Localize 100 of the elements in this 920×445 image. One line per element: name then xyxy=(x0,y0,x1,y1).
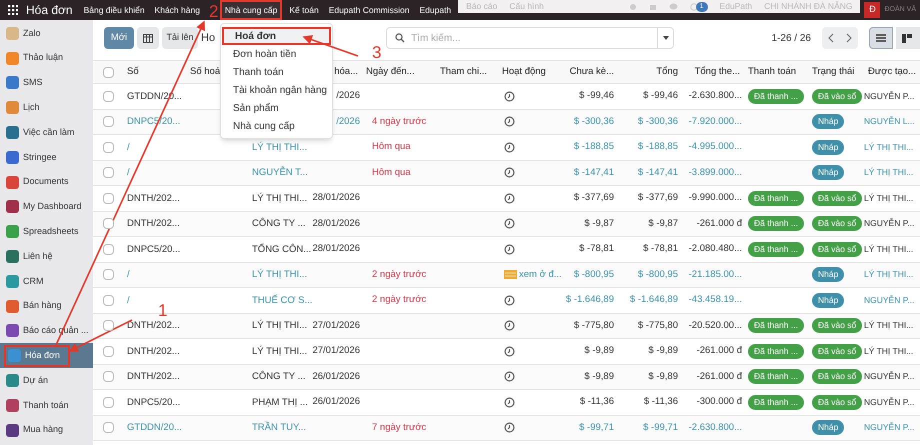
sidebar-item[interactable]: Zalo xyxy=(0,21,93,46)
column-header[interactable]: Thanh toán xyxy=(748,64,796,80)
sidebar-item[interactable]: Việc cần làm xyxy=(0,120,93,145)
status-badge: Đã vào sổ xyxy=(812,216,862,232)
column-header[interactable]: Trạng thái xyxy=(812,64,854,80)
table-cell: 28/01/2026 xyxy=(312,191,360,206)
sidebar-item[interactable]: Thảo luận xyxy=(0,46,93,71)
sidebar-item[interactable]: CRM xyxy=(0,268,93,294)
menu-item[interactable]: Edupath Commission xyxy=(326,0,412,20)
column-header[interactable]: Tham chi... xyxy=(440,64,487,80)
row-checkbox[interactable] xyxy=(102,218,114,230)
column-header[interactable]: Số xyxy=(127,64,139,80)
row-checkbox[interactable] xyxy=(102,192,114,204)
menu-item[interactable]: Bảng điều khiển xyxy=(80,0,148,20)
row-checkbox[interactable] xyxy=(102,346,114,357)
column-header[interactable]: Được tạo... xyxy=(868,64,916,80)
table-cell: -21.185.00... xyxy=(688,268,742,282)
clock-icon[interactable] xyxy=(504,90,515,102)
clock-icon[interactable] xyxy=(504,346,515,357)
table-cell-text: LÝ THỊ THI... xyxy=(251,344,308,359)
sidebar-item[interactable]: Stringee xyxy=(0,144,93,170)
table-cell: $ -9,89 xyxy=(584,370,614,384)
table-cell: 27/01/2026 xyxy=(312,344,360,358)
status-badge: Đã vào sổ xyxy=(812,88,862,104)
clock-icon[interactable] xyxy=(504,320,515,332)
sidebar-item[interactable]: My Dashboard xyxy=(0,194,93,220)
row-checkbox[interactable] xyxy=(102,90,114,102)
table-cell-text: DNTH/202... xyxy=(126,370,181,384)
clock-icon[interactable] xyxy=(504,294,515,306)
sidebar-item[interactable]: Dự án xyxy=(0,368,93,393)
row-checkbox[interactable] xyxy=(102,244,114,255)
status-badge: Nháp xyxy=(812,114,844,130)
sidebar-item[interactable]: Hóa đơn xyxy=(0,343,93,368)
clock-icon[interactable] xyxy=(504,142,515,153)
previous-icon[interactable] xyxy=(828,33,834,43)
search-input[interactable]: Tìm kiếm... xyxy=(411,30,658,46)
clock-icon[interactable] xyxy=(504,218,515,230)
row-checkbox[interactable] xyxy=(102,422,114,434)
grid-view-button[interactable] xyxy=(137,27,159,49)
list-view-button[interactable] xyxy=(869,27,893,49)
sidebar-item[interactable]: Bán hàng xyxy=(0,294,93,319)
kanban-view-button[interactable] xyxy=(896,27,920,49)
row-checkbox[interactable] xyxy=(102,116,114,128)
column-header[interactable]: Tổng xyxy=(656,64,678,80)
column-header[interactable]: Chưa kè... xyxy=(570,64,614,80)
new-button[interactable]: Mới xyxy=(104,27,134,49)
dropdown-item[interactable]: Nhà cung cấp xyxy=(222,117,331,135)
sidebar-item[interactable]: Documents xyxy=(0,170,93,195)
row-checkbox[interactable] xyxy=(102,320,114,332)
dropdown-item[interactable]: Sản phẩm xyxy=(222,99,331,117)
menu-item[interactable]: Nhà cung cấp xyxy=(220,0,282,20)
row-checkbox[interactable] xyxy=(102,294,114,306)
table-cell: -261.000 đ xyxy=(696,216,742,231)
column-header[interactable]: Tổng the... xyxy=(694,64,740,80)
user-avatar[interactable]: Đ xyxy=(864,2,880,18)
table-cell: $ -377,69 xyxy=(638,191,678,206)
table-cell: 28/01/2026 xyxy=(312,216,360,231)
dropdown-item[interactable]: Hoá đơn xyxy=(222,27,331,45)
sidebar-item[interactable]: Spreadsheets xyxy=(0,219,93,244)
pager: 1-26 / 26 xyxy=(772,32,811,46)
upload-button[interactable]: Tải lên xyxy=(162,27,198,49)
sidebar-item[interactable]: SMS xyxy=(0,70,93,96)
column-header[interactable]: Hoạt động xyxy=(502,64,546,80)
sidebar-item[interactable]: Liên hệ xyxy=(0,244,93,269)
column-header[interactable]: Ngày đến... xyxy=(366,64,415,80)
kanban-icon xyxy=(902,34,912,42)
sidebar-item[interactable]: Thanh toán xyxy=(0,392,93,418)
dropdown-item[interactable]: Thanh toán xyxy=(222,63,331,81)
apps-menu-icon[interactable] xyxy=(8,5,18,15)
menu-item[interactable]: Khách hàng xyxy=(152,0,203,20)
table-cell: -2.630.800... xyxy=(688,89,742,104)
clock-icon[interactable] xyxy=(504,244,515,255)
table-cell: -261.000 đ xyxy=(696,344,742,358)
row-checkbox[interactable] xyxy=(102,269,114,280)
column-header[interactable]: Số hoá xyxy=(190,64,220,80)
clock-icon[interactable] xyxy=(504,192,515,204)
row-checkbox[interactable] xyxy=(102,142,114,153)
clock-icon[interactable] xyxy=(504,422,515,434)
table-cell-text: CÔNG TY ... xyxy=(251,370,306,384)
dropdown-item[interactable]: Tài khoản ngân hàng xyxy=(222,81,331,99)
menu-item[interactable]: Kế toán xyxy=(286,0,322,20)
clock-icon[interactable] xyxy=(504,371,515,382)
table-cell-text: TRẦN TUY... xyxy=(251,420,308,436)
row-checkbox[interactable] xyxy=(102,371,114,382)
row-checkbox[interactable] xyxy=(102,167,114,178)
table-cell-text: NGUYỄN T... xyxy=(251,166,309,180)
column-header[interactable]: hóa... xyxy=(334,64,358,80)
clock-icon[interactable] xyxy=(504,396,515,408)
row-checkbox[interactable] xyxy=(102,396,114,408)
caret-icon[interactable] xyxy=(662,36,669,40)
menu-item[interactable]: Edupath xyxy=(416,0,454,20)
search-field[interactable]: Tìm kiếm... xyxy=(386,27,674,49)
clock-icon[interactable] xyxy=(504,167,515,178)
next-icon[interactable] xyxy=(846,33,852,43)
select-all-checkbox[interactable] xyxy=(102,66,114,78)
dropdown-item[interactable]: Đơn hoàn tiền xyxy=(222,45,331,63)
clock-icon[interactable] xyxy=(504,116,515,128)
status-badge: Đã vào sổ xyxy=(812,394,862,410)
sidebar-item[interactable]: Mua hàng xyxy=(0,418,93,443)
sidebar-item[interactable]: Lịch xyxy=(0,95,93,120)
